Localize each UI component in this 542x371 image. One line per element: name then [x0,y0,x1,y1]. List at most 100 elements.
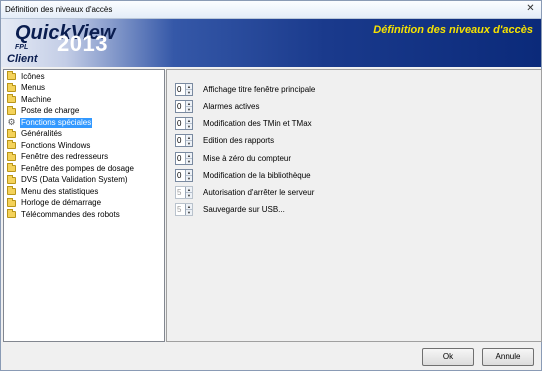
tree-item[interactable]: Généralités [4,128,164,141]
tree-item[interactable]: Fenêtre des redresseurs [4,151,164,164]
folder-icon [7,174,16,184]
folder-icon [7,105,16,115]
folder-icon [7,163,16,173]
folder-icon [7,128,16,138]
ok-button[interactable]: Ok [422,348,474,366]
access-levels-window: Définition des niveaux d'accès ✕ QuickVi… [0,0,542,371]
spinner-arrows[interactable]: ▲ ▼ [185,118,192,129]
spin-down-icon: ▼ [186,192,192,198]
brand-sub-text: FPL [15,44,29,51]
level-value: 0 [177,154,182,163]
spin-down-icon[interactable]: ▼ [186,123,192,129]
settings-panel: 0 ▲ ▼ Affichage titre fenêtre principale 0 ▲ ▼… [166,69,542,342]
tree-item[interactable]: Machine [4,94,164,106]
level-value: 0 [177,119,182,128]
access-setting-row: 0 ▲ ▼ Modification des TMin et TMax [175,117,312,130]
close-icon[interactable]: ✕ [523,3,538,16]
level-spinner[interactable]: 0 ▲ ▼ [175,152,193,165]
setting-label: Modification des TMin et TMax [203,119,312,128]
setting-label: Modification de la bibliothèque [203,171,311,180]
tree-item-label: DVS (Data Validation System) [21,175,128,185]
tree-item[interactable]: Poste de charge [4,105,164,118]
level-spinner[interactable]: 0 ▲ ▼ [175,100,193,113]
level-value: 5 [177,188,182,197]
level-spinner: 5 ▲ ▼ [175,203,193,216]
tree-item[interactable]: Horloge de démarrage [4,197,164,210]
setting-label: Edition des rapports [203,136,275,145]
access-setting-row: 0 ▲ ▼ Edition des rapports [175,134,274,147]
spin-down-icon[interactable]: ▼ [186,140,192,146]
tree-item-label: Icônes [21,71,45,81]
setting-label: Sauvegarde sur USB... [203,205,285,214]
tree-item[interactable]: Fenêtre des pompes de dosage [4,163,164,175]
tree-item-label: Fonctions Windows [21,140,91,150]
access-setting-row: 0 ▲ ▼ Alarmes actives [175,100,259,113]
level-value: 5 [177,205,182,214]
folder-icon [7,140,16,150]
spin-down-icon[interactable]: ▼ [186,89,192,95]
tree-item-label: Fenêtre des pompes de dosage [21,163,134,173]
access-setting-row: 0 ▲ ▼ Mise à zéro du compteur [175,152,291,165]
spinner-arrows[interactable]: ▲ ▼ [185,84,192,95]
setting-label: Mise à zéro du compteur [203,154,292,163]
level-value: 0 [177,85,182,94]
folder-icon [7,71,16,81]
spinner-arrows[interactable]: ▲ ▼ [185,101,192,112]
spinner-arrows[interactable]: ▲ ▼ [185,135,192,146]
cancel-button[interactable]: Annule [482,348,534,366]
spinner-arrows[interactable]: ▲ ▼ [185,153,192,164]
access-setting-row: 5 ▲ ▼ Autorisation d'arrêter le serveur [175,186,314,199]
tree-item-label: Menus [21,83,46,93]
access-setting-row: 0 ▲ ▼ Affichage titre fenêtre principale [175,83,315,96]
tree-item-label: Généralités [21,129,62,139]
tree-item[interactable]: Télécommandes des robots [4,209,164,221]
spinner-arrows: ▲ ▼ [185,187,192,198]
tree-item[interactable]: DVS (Data Validation System) [4,174,164,187]
tree-item[interactable]: ⚙ Fonctions spéciales [4,117,164,129]
folder-icon [7,151,16,161]
spinner-arrows: ▲ ▼ [185,204,192,215]
tree-item[interactable]: Menus [4,82,164,95]
folder-icon [7,186,16,196]
tree-item-label: Fenêtre des redresseurs [21,152,109,162]
setting-label: Autorisation d'arrêter le serveur [203,188,315,197]
tree-item-label: Télécommandes des robots [21,209,120,219]
folder-icon [7,209,16,219]
brand-year: 2013 [57,31,108,56]
spin-down-icon[interactable]: ▼ [186,158,192,164]
client-label: Client [7,53,38,65]
header-banner: QuickView FPL 2013 Client Définition des… [1,19,541,67]
folder-icon [7,82,16,92]
setting-label: Alarmes actives [203,102,260,111]
setting-label: Affichage titre fenêtre principale [203,85,316,94]
tree-item[interactable]: Fonctions Windows [4,140,164,152]
tree-item-label: Horloge de démarrage [21,198,102,208]
folder-icon [7,94,16,104]
level-spinner[interactable]: 0 ▲ ▼ [175,169,193,182]
access-setting-row: 5 ▲ ▼ Sauvegarde sur USB... [175,203,285,216]
title-bar: Définition des niveaux d'accès ✕ [1,1,541,19]
tree-item[interactable]: Icônes [4,71,164,83]
tree-item-label: Fonctions spéciales [20,117,93,128]
spinner-arrows[interactable]: ▲ ▼ [185,170,192,181]
level-value: 0 [177,102,182,111]
gear-icon: ⚙ [7,117,16,128]
window-title: Définition des niveaux d'accès [5,5,113,14]
level-spinner: 5 ▲ ▼ [175,186,193,199]
tree-item-label: Poste de charge [21,106,80,116]
tree-item[interactable]: Menu des statistiques [4,186,164,198]
level-value: 0 [177,136,182,145]
level-spinner[interactable]: 0 ▲ ▼ [175,83,193,96]
tree-item-label: Machine [21,94,52,104]
page-heading: Définition des niveaux d'accès [373,24,533,36]
access-setting-row: 0 ▲ ▼ Modification de la bibliothèque [175,169,311,182]
level-value: 0 [177,171,182,180]
spin-down-icon[interactable]: ▼ [186,175,192,181]
level-spinner[interactable]: 0 ▲ ▼ [175,117,193,130]
level-spinner[interactable]: 0 ▲ ▼ [175,134,193,147]
category-tree[interactable]: Icônes Menus Machine Poste de charge ⚙ Foncti… [3,69,165,342]
folder-icon [7,197,16,207]
tree-item-label: Menu des statistiques [21,186,99,196]
spin-down-icon: ▼ [186,209,192,215]
spin-down-icon[interactable]: ▼ [186,106,192,112]
